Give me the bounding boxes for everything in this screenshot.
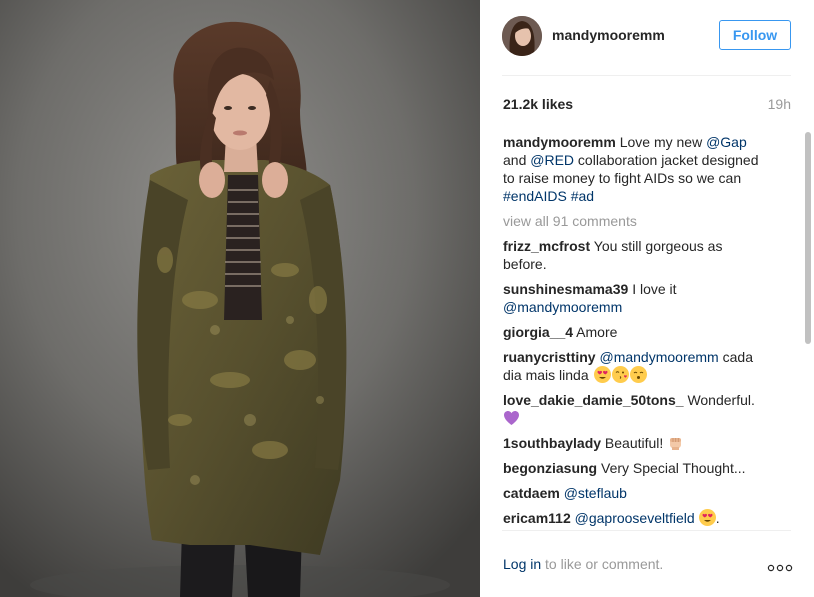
footer-divider [502,530,791,531]
post-photo[interactable] [0,0,480,597]
comment-text: I love it [632,281,677,297]
purple-heart-emoji [503,410,520,426]
post-author-username[interactable]: mandymooremm [552,27,665,43]
comment-username[interactable]: catdaem [503,485,560,501]
caption-text-2: and [503,152,531,168]
caption: mandymooremm Love my new @Gap and @RED c… [503,133,765,205]
comment-username[interactable]: ruanycristtiny [503,349,596,365]
caption-hashtag-ad[interactable]: #ad [571,188,594,204]
view-all-comments-link[interactable]: view all 91 comments [503,212,765,230]
heart-eyes-emoji [593,366,611,383]
comment: frizz_mcfrost You still gorgeous as befo… [503,237,765,273]
comment-mention[interactable]: @mandymooremm [503,299,622,315]
comment-username[interactable]: love_dakie_damie_50tons_ [503,392,684,408]
comment-mention[interactable]: @mandymooremm [599,349,718,365]
comment: 1southbaylady Beautiful! [503,434,765,452]
comment-username[interactable]: giorgia__4 [503,324,573,340]
comment-text: Beautiful! [604,435,668,451]
avatar[interactable] [502,16,542,56]
heart-eyes-emoji [698,509,716,526]
comment-username[interactable]: ericam112 [503,510,571,526]
instagram-post: mandymooremm Follow 21.2k likes 19h mand… [0,0,814,597]
scrollbar-thumb[interactable] [805,132,811,344]
header-divider [502,75,791,76]
caption-mention-gap[interactable]: @Gap [706,134,747,150]
comment: ruanycristtiny @mandymooremm cada dia ma… [503,348,765,384]
comment-text: Very Special Thought... [601,460,746,476]
post-details-panel: mandymooremm Follow 21.2k likes 19h mand… [480,0,814,597]
comment-mention[interactable]: @gaprooseveltfield [575,510,695,526]
caption-username[interactable]: mandymooremm [503,134,616,150]
comment-text: Amore [576,324,618,340]
comment: sunshinesmama39 I love it @mandymooremm [503,280,765,316]
comment: love_dakie_damie_50tons_ Wonderful. [503,391,765,427]
comment: ericam112 @gaprooseveltfield. [503,509,765,527]
comments-list[interactable]: mandymooremm Love my new @Gap and @RED c… [503,133,765,529]
comment-username[interactable]: begonziasung [503,460,597,476]
login-prompt: Log in to like or comment. [503,556,663,572]
comments-scrollbar[interactable] [804,128,811,528]
kissing-emoji [629,366,647,383]
post-timestamp[interactable]: 19h [768,96,791,112]
comment-username[interactable]: sunshinesmama39 [503,281,628,297]
photo-illustration [0,0,480,597]
raised-fist-emoji [667,434,684,451]
comment: begonziasung Very Special Thought... [503,459,765,477]
kiss-emoji [611,366,629,383]
more-options-icon[interactable] [767,560,793,572]
likes-count[interactable]: 21.2k likes [503,96,573,112]
login-link[interactable]: Log in [503,556,541,572]
comment-mention[interactable]: @steflaub [564,485,627,501]
login-prompt-text: to like or comment. [541,556,664,572]
comment: catdaem @steflaub [503,484,765,502]
post-header: mandymooremm Follow [502,16,792,56]
comment-text: Wonderful. [687,392,755,408]
caption-hashtag-endaids[interactable]: #endAIDS [503,188,567,204]
likes-row: 21.2k likes 19h [503,96,791,114]
caption-mention-red[interactable]: @RED [530,152,574,168]
follow-button[interactable]: Follow [719,20,791,50]
caption-text-1: Love my new [619,134,707,150]
comment-username[interactable]: 1southbaylady [503,435,601,451]
comment-username[interactable]: frizz_mcfrost [503,238,590,254]
comment: giorgia__4 Amore [503,323,765,341]
comment-text: . [715,510,720,526]
